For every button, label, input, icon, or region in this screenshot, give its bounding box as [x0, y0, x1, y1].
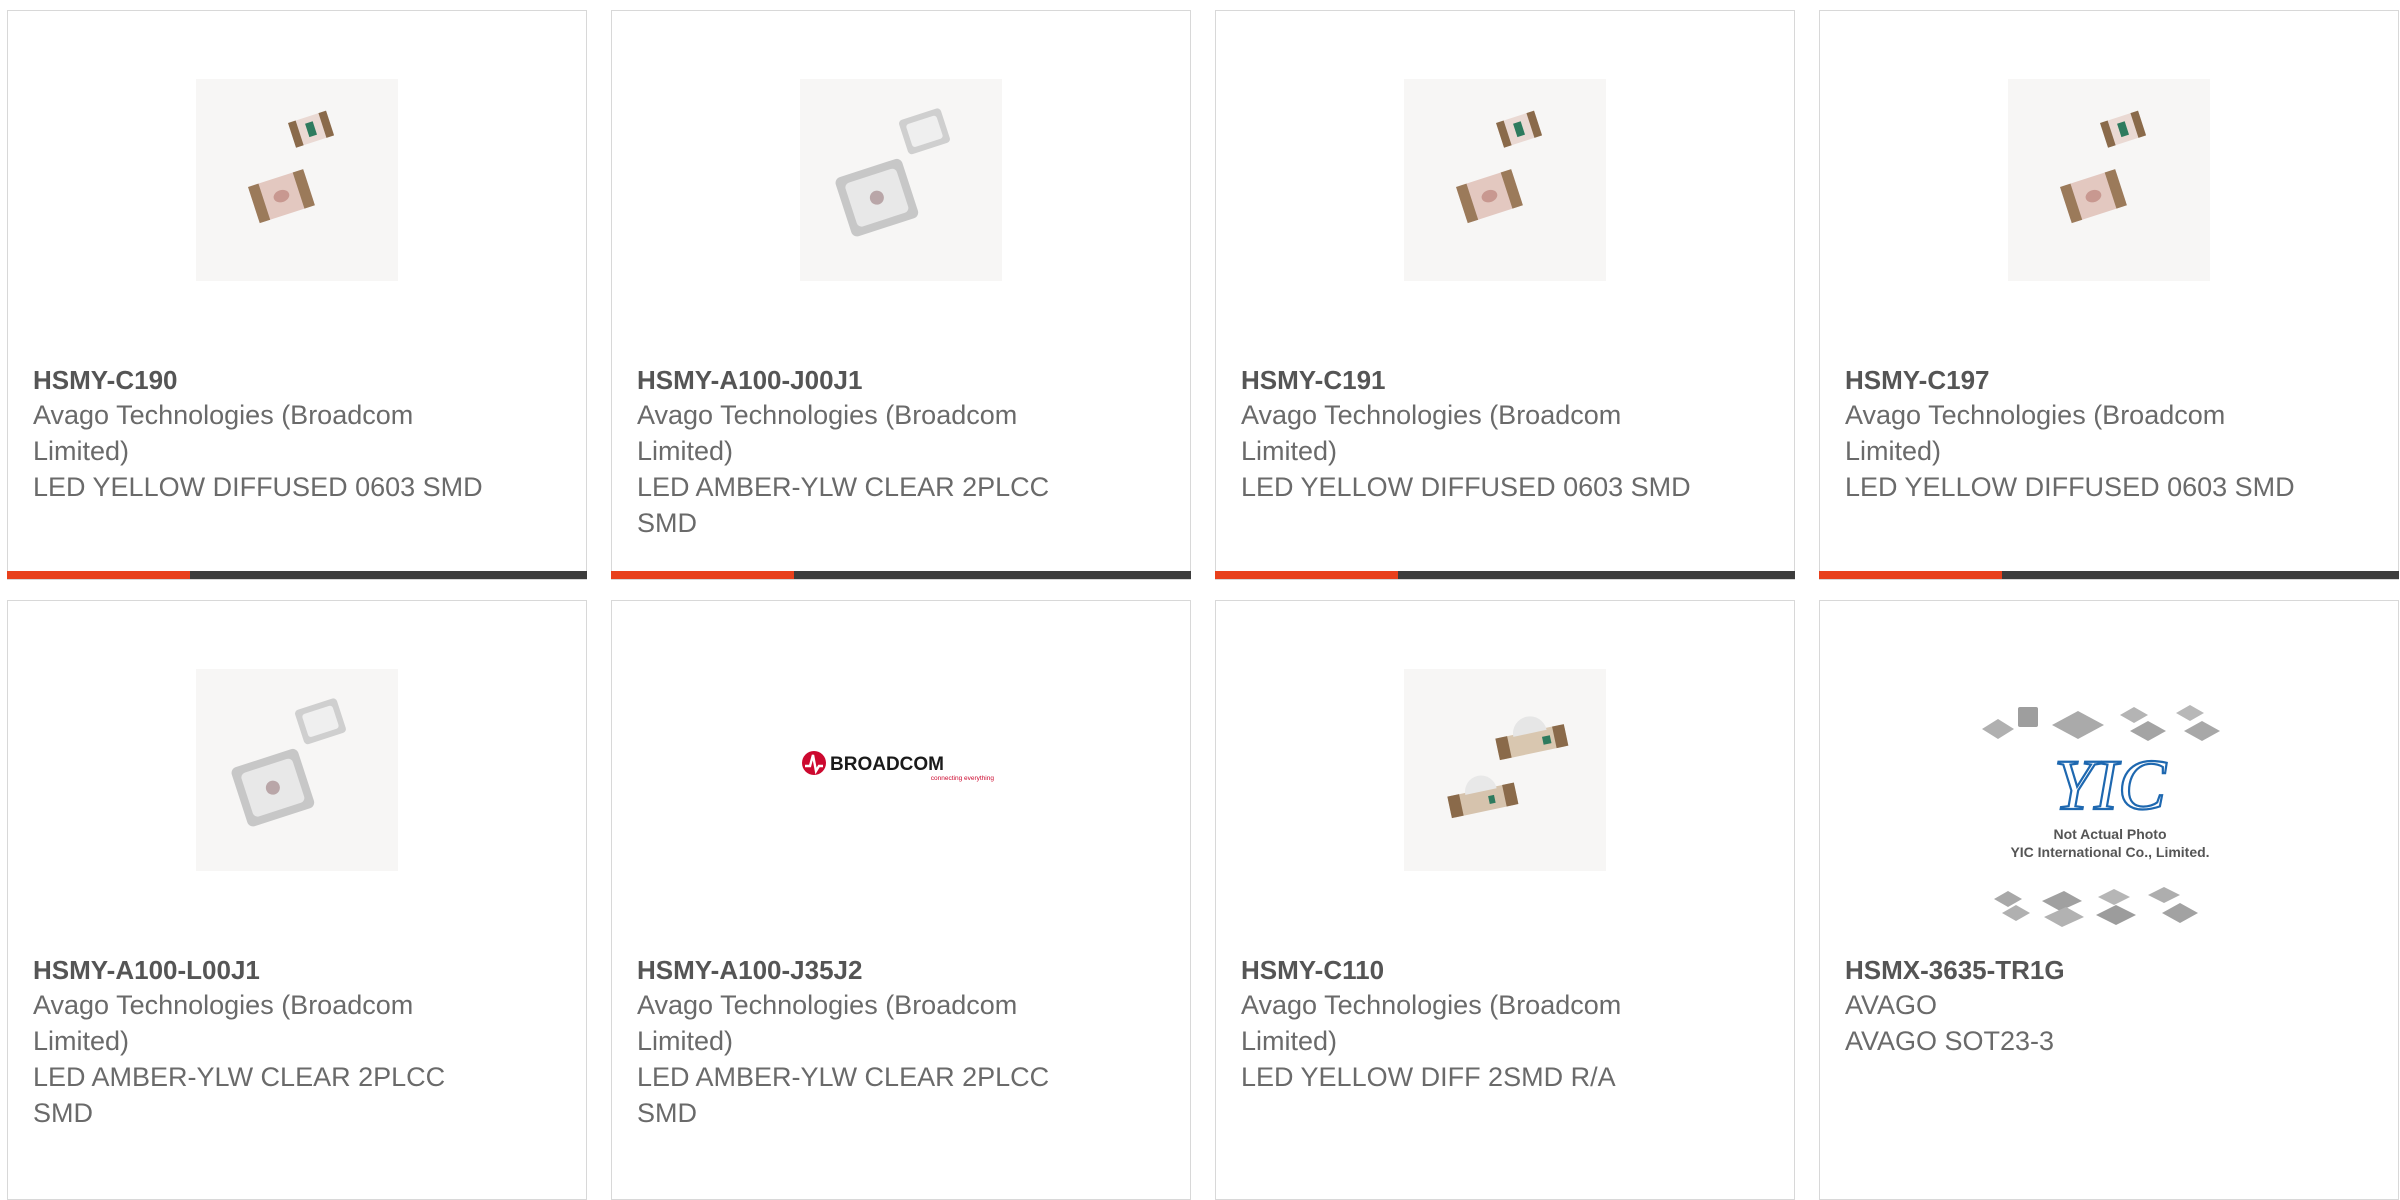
description: LED AMBER-YLW CLEAR 2PLCC SMD — [33, 1062, 446, 1128]
product-card[interactable]: HSMY-C197 Avago Technologies (Broadcom L… — [1819, 10, 2399, 580]
card-footer-accent — [1819, 571, 2002, 579]
card-footer-bar — [7, 571, 587, 579]
part-number[interactable]: HSMY-C197 — [1845, 363, 2305, 397]
card-footer-bar — [1819, 571, 2399, 579]
part-number[interactable]: HSMY-A100-J35J2 — [637, 953, 1097, 987]
manufacturer: Avago Technologies (Broadcom Limited) — [33, 990, 414, 1056]
product-card[interactable]: HSMY-A100-J00J1 Avago Technologies (Broa… — [611, 10, 1191, 580]
part-number[interactable]: HSMX-3635-TR1G — [1845, 953, 2305, 987]
card-footer-accent — [7, 571, 190, 579]
product-image[interactable] — [196, 79, 398, 281]
product-image[interactable] — [1404, 669, 1606, 871]
manufacturer: Avago Technologies (Broadcom Limited) — [1241, 400, 1622, 466]
description: LED YELLOW DIFFUSED 0603 SMD — [1845, 472, 2295, 502]
yic-logo: YIC — [2054, 745, 2167, 825]
description: LED YELLOW DIFFUSED 0603 SMD — [1241, 472, 1691, 502]
card-footer-bar — [1215, 571, 1795, 579]
manufacturer: Avago Technologies (Broadcom Limited) — [637, 400, 1018, 466]
description: AVAGO SOT23-3 — [1845, 1026, 2055, 1056]
manufacturer: Avago Technologies (Broadcom Limited) — [1241, 990, 1622, 1056]
not-actual-photo-image[interactable]: YIC Not Actual Photo YIC International C… — [1972, 691, 2248, 937]
broadcom-wordmark: BROADCOM — [830, 754, 944, 775]
card-footer-accent — [611, 571, 794, 579]
placeholder-line-2: YIC International Co., Limited. — [2010, 844, 2209, 860]
card-footer-bar — [611, 571, 1191, 579]
card-footer-accent — [1215, 571, 1398, 579]
description: LED YELLOW DIFFUSED 0603 SMD — [33, 472, 483, 502]
product-image[interactable] — [196, 669, 398, 871]
product-card[interactable]: HSMY-A100-L00J1 Avago Technologies (Broa… — [7, 600, 587, 1200]
description: LED AMBER-YLW CLEAR 2PLCC SMD — [637, 472, 1050, 538]
description: LED YELLOW DIFF 2SMD R/A — [1241, 1062, 1616, 1092]
description: LED AMBER-YLW CLEAR 2PLCC SMD — [637, 1062, 1050, 1128]
broadcom-tagline: connecting everything — [931, 775, 995, 782]
part-number[interactable]: HSMY-C191 — [1241, 363, 1701, 397]
part-number[interactable]: HSMY-A100-L00J1 — [33, 953, 493, 987]
part-number[interactable]: HSMY-C110 — [1241, 953, 1701, 987]
part-number[interactable]: HSMY-C190 — [33, 363, 493, 397]
manufacturer: Avago Technologies (Broadcom Limited) — [33, 400, 414, 466]
manufacturer: Avago Technologies (Broadcom Limited) — [637, 990, 1018, 1056]
manufacturer: AVAGO — [1845, 990, 1938, 1020]
part-number[interactable]: HSMY-A100-J00J1 — [637, 363, 1097, 397]
product-card[interactable]: BROADCOM connecting everything HSMY-A100… — [611, 600, 1191, 1200]
product-image[interactable] — [1404, 79, 1606, 281]
product-card[interactable]: HSMY-C110 Avago Technologies (Broadcom L… — [1215, 600, 1795, 1200]
manufacturer: Avago Technologies (Broadcom Limited) — [1845, 400, 2226, 466]
product-image[interactable] — [800, 79, 1002, 281]
product-card[interactable]: YIC Not Actual Photo YIC International C… — [1819, 600, 2399, 1200]
placeholder-line-1: Not Actual Photo — [2053, 826, 2166, 842]
product-card[interactable]: HSMY-C190 Avago Technologies (Broadcom L… — [7, 10, 587, 580]
product-image[interactable] — [2008, 79, 2210, 281]
product-card[interactable]: HSMY-C191 Avago Technologies (Broadcom L… — [1215, 10, 1795, 580]
broadcom-logo[interactable]: BROADCOM connecting everything — [800, 669, 1002, 871]
